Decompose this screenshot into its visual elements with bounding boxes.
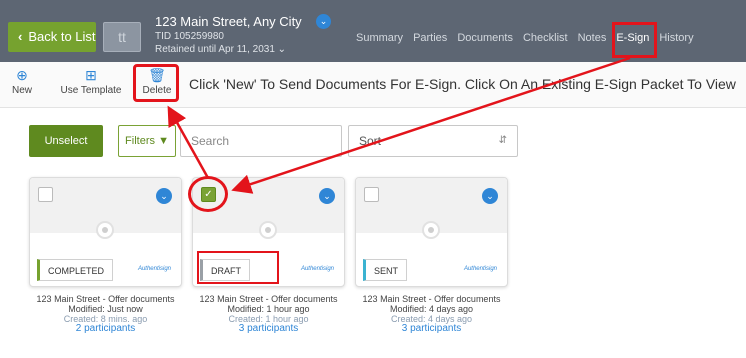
back-to-list-label: Back to List — [28, 29, 96, 44]
tab-checklist[interactable]: Checklist — [523, 32, 568, 48]
use-template-button[interactable]: ⊞ Use Template — [56, 68, 126, 96]
authentisign-logo: Authentisign — [300, 266, 334, 272]
top-header: ‹ Back to List tt 123 Main Street, Any Ci… — [0, 0, 746, 62]
packet-modified: Modified: Just now — [68, 304, 143, 314]
card-meta: 123 Main Street - Offer documents Modifi… — [192, 294, 345, 334]
delete-highlight-box — [133, 64, 179, 102]
new-label: New — [11, 85, 32, 96]
chevron-down-icon[interactable]: ⌄ — [319, 188, 335, 204]
filters-button[interactable]: Filters ▼ — [118, 125, 176, 157]
packet-modified: Modified: 1 hour ago — [227, 304, 310, 314]
sort-value: Sort — [359, 134, 382, 148]
packet-title: 123 Main Street - Offer documents — [362, 294, 501, 304]
chevron-down-icon[interactable]: ⌄ — [316, 14, 331, 29]
sort-arrows-icon: ⇵ — [498, 135, 507, 146]
packet-title: 123 Main Street - Offer documents — [36, 294, 175, 304]
chevron-down-icon[interactable]: ⌄ — [156, 188, 172, 204]
packet-node-icon — [259, 221, 277, 239]
esign-packet-card-sent[interactable]: ⌄ SENT Authentisign — [355, 177, 508, 287]
tab-parties[interactable]: Parties — [413, 32, 447, 48]
card-meta: 123 Main Street - Offer documents Modifi… — [355, 294, 508, 334]
status-badge: COMPLETED — [37, 259, 114, 281]
chevron-down-icon[interactable]: ⌄ — [482, 188, 498, 204]
plus-circle-icon: ⊕ — [16, 67, 28, 83]
tab-summary[interactable]: Summary — [356, 32, 403, 48]
packet-modified: Modified: 4 days ago — [389, 304, 474, 314]
card-checkbox[interactable] — [38, 187, 53, 202]
packet-node-icon — [96, 221, 114, 239]
authentisign-logo: Authentisign — [137, 266, 171, 272]
authentisign-logo: Authentisign — [463, 266, 497, 272]
property-address: 123 Main Street, Any City — [155, 14, 302, 29]
draft-highlight-box — [197, 251, 279, 284]
participants-link[interactable]: 3 participants — [355, 324, 508, 334]
esign-instructions: Click 'New' To Send Documents For E-Sign… — [189, 76, 736, 92]
card-meta: 123 Main Street - Offer documents Modifi… — [29, 294, 182, 334]
transaction-id: TID 105259980 — [155, 31, 224, 42]
search-input[interactable] — [180, 125, 342, 157]
new-button[interactable]: ⊕ New — [8, 68, 36, 96]
packet-node-icon — [422, 221, 440, 239]
esign-packet-card-completed[interactable]: ⌄ COMPLETED Authentisign — [29, 177, 182, 287]
packet-title: 123 Main Street - Offer documents — [199, 294, 338, 304]
grid-icon: ⊞ — [85, 67, 97, 83]
participants-link[interactable]: 2 participants — [29, 324, 182, 334]
tab-history[interactable]: History — [659, 32, 693, 48]
tab-notes[interactable]: Notes — [578, 32, 607, 48]
status-badge: SENT — [363, 259, 408, 281]
retention-dropdown[interactable]: Retained until Apr 11, 2031 ⌄ — [155, 44, 286, 55]
tab-documents[interactable]: Documents — [457, 32, 513, 48]
esign-highlight-box — [612, 22, 657, 58]
unselect-button[interactable]: Unselect — [29, 125, 103, 157]
filters-label: Filters — [125, 135, 155, 147]
transaction-logo: tt — [103, 22, 141, 52]
participants-link[interactable]: 3 participants — [192, 324, 345, 334]
use-template-label: Use Template — [60, 85, 122, 96]
checkbox-highlight-circle — [188, 176, 228, 212]
funnel-icon: ▼ — [158, 135, 169, 147]
card-checkbox[interactable] — [364, 187, 379, 202]
chevron-left-icon: ‹ — [18, 29, 23, 44]
sort-select[interactable]: Sort ⇵ — [348, 125, 518, 157]
back-to-list-button[interactable]: ‹ Back to List — [8, 22, 96, 52]
